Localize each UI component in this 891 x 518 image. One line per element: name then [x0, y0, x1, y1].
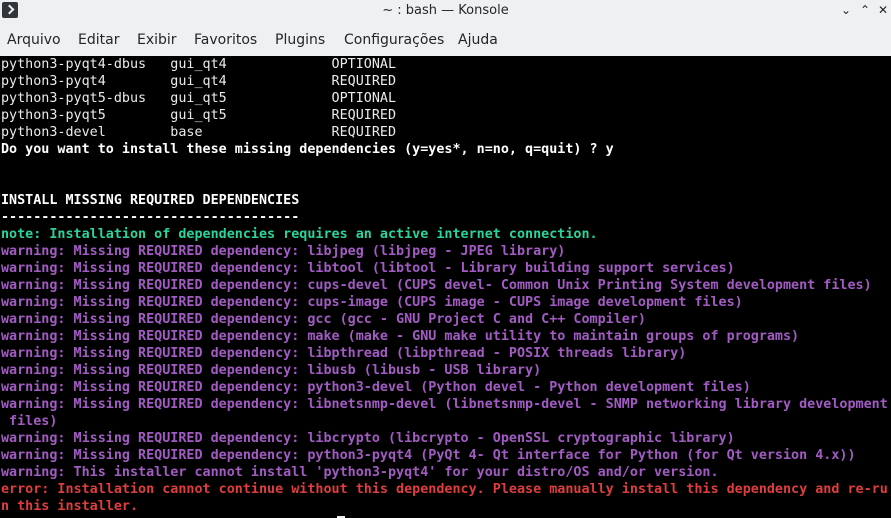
terminal-note-line: note: Installation of dependencies requi… [1, 227, 598, 242]
menu-ajuda[interactable]: Ajuda [458, 32, 498, 48]
terminal-line: python3-pyqt4-dbus gui_qt4 OPTIONAL [1, 57, 397, 72]
terminal-warning-line: warning: Missing REQUIRED dependency: cu… [1, 278, 872, 293]
window-title: ~ : bash — Konsole [382, 3, 509, 18]
terminal-line: python3-pyqt4 gui_qt4 REQUIRED [1, 74, 397, 89]
maximize-icon[interactable]: ⌃ [858, 3, 872, 17]
terminal-warning-line: warning: Missing REQUIRED dependency: ma… [1, 329, 800, 344]
menu-editar[interactable]: Editar [78, 32, 119, 48]
terminal-warning-line: warning: Missing REQUIRED dependency: li… [1, 244, 566, 259]
terminal-line: python3-pyqt5 gui_qt5 REQUIRED [1, 108, 397, 123]
menu-configuracoes[interactable]: Configurações [344, 32, 444, 48]
terminal-divider: ------------------------------------- [1, 210, 300, 225]
menu-bar: Arquivo Editar Exibir Favoritos Plugins … [0, 22, 891, 56]
menu-favoritos[interactable]: Favoritos [194, 32, 257, 48]
terminal-warning-line: warning: This installer cannot install '… [1, 465, 719, 480]
terminal-warning-line: warning: Missing REQUIRED dependency: py… [1, 380, 751, 395]
terminal-warning-line: warning: Missing REQUIRED dependency: li… [1, 397, 888, 412]
terminal-heading: INSTALL MISSING REQUIRED DEPENDENCIES [1, 193, 300, 208]
terminal-warning-line: warning: Missing REQUIRED dependency: li… [1, 346, 687, 361]
terminal-warning-line: warning: Missing REQUIRED dependency: li… [1, 363, 542, 378]
terminal-warning-line: warning: Missing REQUIRED dependency: cu… [1, 295, 743, 310]
terminal-line: python3-pyqt5-dbus gui_qt5 OPTIONAL [1, 91, 397, 106]
menu-plugins[interactable]: Plugins [275, 32, 325, 48]
terminal-warning-line: warning: Missing REQUIRED dependency: li… [1, 261, 735, 276]
terminal-output[interactable]: python3-pyqt4-dbus gui_qt4 OPTIONAL pyth… [0, 56, 891, 518]
terminal-error-line: n this installer. [1, 499, 139, 514]
terminal-warning-line: files) [1, 414, 58, 429]
terminal-prompt-line: Do you want to install these missing dep… [1, 142, 614, 157]
terminal-error-line: error: Installation cannot continue with… [1, 482, 888, 497]
terminal-warning-line: warning: Missing REQUIRED dependency: py… [1, 448, 856, 463]
terminal-line: python3-devel base REQUIRED [1, 125, 397, 140]
menu-exibir[interactable]: Exibir [137, 32, 177, 48]
title-bar[interactable]: ~ : bash — Konsole ⌄ ⌃ ✕ [0, 0, 891, 22]
terminal-warning-line: warning: Missing REQUIRED dependency: li… [1, 431, 735, 446]
terminal-warning-line: warning: Missing REQUIRED dependency: gc… [1, 312, 646, 327]
minimize-icon[interactable]: ⌄ [839, 3, 853, 17]
close-icon[interactable]: ✕ [876, 3, 890, 17]
menu-arquivo[interactable]: Arquivo [7, 32, 61, 48]
